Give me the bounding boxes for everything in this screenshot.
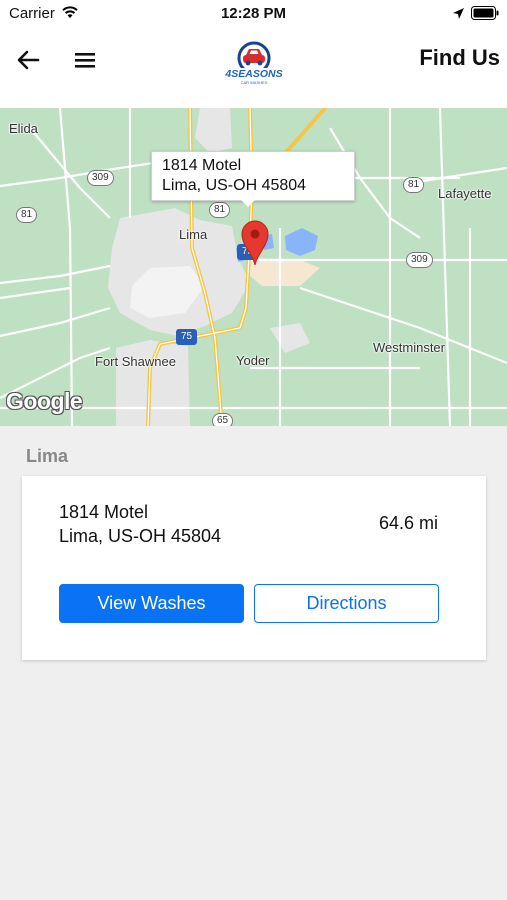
place-label: Lafayette bbox=[438, 186, 492, 201]
route-shield: 65 bbox=[212, 413, 234, 426]
directions-button[interactable]: Directions bbox=[254, 584, 439, 623]
location-distance: 64.6 mi bbox=[378, 513, 438, 533]
route-shield: 309 bbox=[87, 170, 114, 186]
place-label: Westminster bbox=[373, 340, 445, 355]
location-name: 1814 Motel bbox=[59, 502, 149, 522]
brand-logo: 4SEASONS CAR WASHES bbox=[218, 41, 290, 85]
hamburger-menu-icon[interactable] bbox=[72, 47, 100, 73]
map-pin-icon[interactable] bbox=[241, 220, 269, 266]
route-shield: 81 bbox=[403, 177, 425, 193]
google-logo: Google bbox=[6, 388, 83, 414]
route-shield: 309 bbox=[406, 252, 433, 268]
location-card: 1814 Motel Lima, US-OH 45804 64.6 mi Vie… bbox=[22, 476, 486, 660]
callout-address: Lima, US-OH 45804 bbox=[162, 177, 307, 194]
back-arrow-icon[interactable] bbox=[14, 46, 42, 74]
map-view[interactable]: Elida Lafayette Lima Fort Shawnee Yoder … bbox=[0, 108, 507, 426]
interstate-shield: 75 bbox=[176, 329, 198, 345]
route-shield: 81 bbox=[209, 202, 231, 218]
map-callout[interactable]: 1814 Motel Lima, US-OH 45804 bbox=[151, 151, 355, 201]
section-title: Lima bbox=[26, 446, 69, 466]
view-washes-button[interactable]: View Washes bbox=[59, 584, 244, 623]
svg-text:CAR WASHES: CAR WASHES bbox=[241, 80, 268, 85]
place-label: Lima bbox=[179, 227, 208, 242]
place-label: Elida bbox=[9, 121, 38, 136]
callout-name: 1814 Motel bbox=[162, 157, 242, 174]
place-label: Fort Shawnee bbox=[95, 354, 176, 369]
battery-icon bbox=[471, 6, 499, 20]
nav-bar: 4SEASONS CAR WASHES Find Us bbox=[0, 30, 507, 108]
status-bar: Carrier 12:28 PM bbox=[0, 0, 507, 30]
place-label: Yoder bbox=[236, 353, 270, 368]
svg-text:4SEASONS: 4SEASONS bbox=[224, 68, 282, 80]
route-shield: 81 bbox=[16, 207, 38, 223]
location-arrow-icon bbox=[453, 8, 464, 19]
page-title: Find Us bbox=[419, 45, 500, 70]
location-address: Lima, US-OH 45804 bbox=[59, 526, 222, 546]
callout-tail bbox=[241, 200, 255, 207]
status-time: 12:28 PM bbox=[220, 5, 287, 22]
